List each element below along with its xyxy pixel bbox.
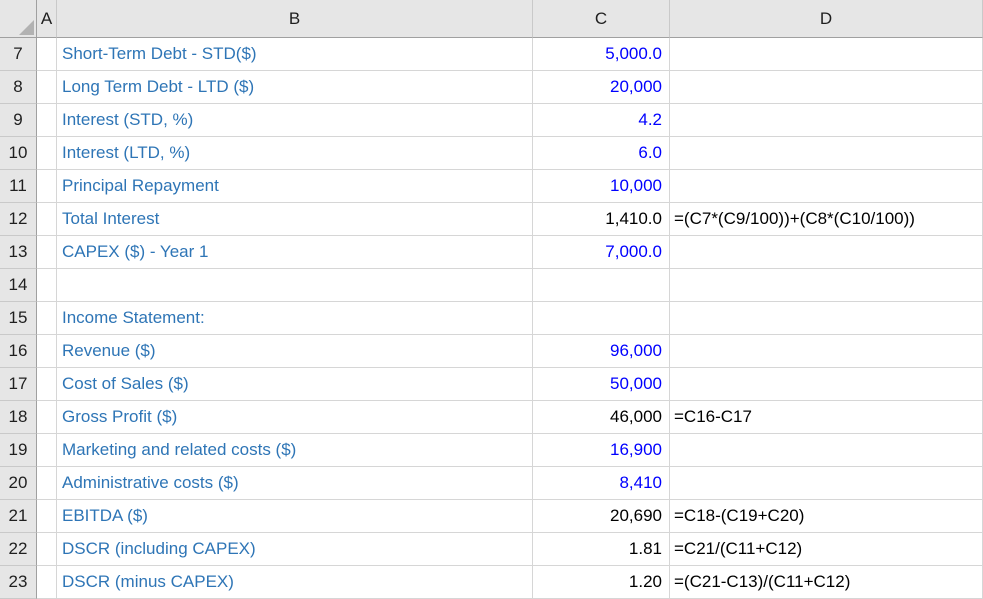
cell-b7[interactable]: Short-Term Debt - STD($) [57,38,533,71]
cell-c20[interactable]: 8,410 [533,467,670,500]
cell-a22[interactable] [37,533,57,566]
cell-d18[interactable]: =C16-C17 [670,401,983,434]
cell-c15[interactable] [533,302,670,335]
select-all-corner[interactable] [0,0,37,38]
cell-d21[interactable]: =C18-(C19+C20) [670,500,983,533]
cell-d11[interactable] [670,170,983,203]
cell-b19[interactable]: Marketing and related costs ($) [57,434,533,467]
cell-c12[interactable]: 1,410.0 [533,203,670,236]
row-header-23[interactable]: 23 [0,566,37,599]
cell-b10[interactable]: Interest (LTD, %) [57,137,533,170]
row-header-21[interactable]: 21 [0,500,37,533]
cell-c10[interactable]: 6.0 [533,137,670,170]
cell-a9[interactable] [37,104,57,137]
cell-d8[interactable] [670,71,983,104]
cell-a18[interactable] [37,401,57,434]
cell-d12[interactable]: =(C7*(C9/100))+(C8*(C10/100)) [670,203,983,236]
column-header-a[interactable]: A [37,0,57,38]
row-header-9[interactable]: 9 [0,104,37,137]
cell-d22[interactable]: =C21/(C11+C12) [670,533,983,566]
cell-a16[interactable] [37,335,57,368]
row-header-10[interactable]: 10 [0,137,37,170]
cell-b18[interactable]: Gross Profit ($) [57,401,533,434]
cell-a14[interactable] [37,269,57,302]
cell-d10[interactable] [670,137,983,170]
spreadsheet-grid: A B C D 7 Short-Term Debt - STD($) 5,000… [0,0,983,599]
column-header-d[interactable]: D [670,0,983,38]
row-header-19[interactable]: 19 [0,434,37,467]
cell-b21[interactable]: EBITDA ($) [57,500,533,533]
cell-d13[interactable] [670,236,983,269]
row-header-8[interactable]: 8 [0,71,37,104]
cell-b8[interactable]: Long Term Debt - LTD ($) [57,71,533,104]
cell-d19[interactable] [670,434,983,467]
column-header-b[interactable]: B [57,0,533,38]
row-header-13[interactable]: 13 [0,236,37,269]
row-header-7[interactable]: 7 [0,38,37,71]
cell-a19[interactable] [37,434,57,467]
column-header-c[interactable]: C [533,0,670,38]
cell-b14[interactable] [57,269,533,302]
cell-b11[interactable]: Principal Repayment [57,170,533,203]
cell-d9[interactable] [670,104,983,137]
cell-a11[interactable] [37,170,57,203]
cell-a8[interactable] [37,71,57,104]
cell-a7[interactable] [37,38,57,71]
cell-a23[interactable] [37,566,57,599]
cell-c9[interactable]: 4.2 [533,104,670,137]
row-header-18[interactable]: 18 [0,401,37,434]
cell-d14[interactable] [670,269,983,302]
row-header-22[interactable]: 22 [0,533,37,566]
cell-b12[interactable]: Total Interest [57,203,533,236]
cell-d20[interactable] [670,467,983,500]
row-header-14[interactable]: 14 [0,269,37,302]
row-header-17[interactable]: 17 [0,368,37,401]
cell-c17[interactable]: 50,000 [533,368,670,401]
cell-a17[interactable] [37,368,57,401]
cell-a21[interactable] [37,500,57,533]
cell-c13[interactable]: 7,000.0 [533,236,670,269]
cell-c22[interactable]: 1.81 [533,533,670,566]
cell-b23[interactable]: DSCR (minus CAPEX) [57,566,533,599]
cell-b9[interactable]: Interest (STD, %) [57,104,533,137]
select-all-icon [19,20,34,35]
cell-d17[interactable] [670,368,983,401]
cell-c18[interactable]: 46,000 [533,401,670,434]
cell-a20[interactable] [37,467,57,500]
cell-d15[interactable] [670,302,983,335]
cell-b13[interactable]: CAPEX ($) - Year 1 [57,236,533,269]
cell-a15[interactable] [37,302,57,335]
cell-b17[interactable]: Cost of Sales ($) [57,368,533,401]
row-header-20[interactable]: 20 [0,467,37,500]
cell-b22[interactable]: DSCR (including CAPEX) [57,533,533,566]
cell-b20[interactable]: Administrative costs ($) [57,467,533,500]
cell-c21[interactable]: 20,690 [533,500,670,533]
cell-a12[interactable] [37,203,57,236]
row-header-11[interactable]: 11 [0,170,37,203]
cell-c19[interactable]: 16,900 [533,434,670,467]
cell-a10[interactable] [37,137,57,170]
row-header-15[interactable]: 15 [0,302,37,335]
cell-c23[interactable]: 1.20 [533,566,670,599]
cell-d7[interactable] [670,38,983,71]
cell-b15[interactable]: Income Statement: [57,302,533,335]
cell-a13[interactable] [37,236,57,269]
cell-d23[interactable]: =(C21-C13)/(C11+C12) [670,566,983,599]
cell-c14[interactable] [533,269,670,302]
cell-d16[interactable] [670,335,983,368]
cell-c8[interactable]: 20,000 [533,71,670,104]
cell-c7[interactable]: 5,000.0 [533,38,670,71]
cell-c16[interactable]: 96,000 [533,335,670,368]
row-header-12[interactable]: 12 [0,203,37,236]
cell-c11[interactable]: 10,000 [533,170,670,203]
row-header-16[interactable]: 16 [0,335,37,368]
cell-b16[interactable]: Revenue ($) [57,335,533,368]
